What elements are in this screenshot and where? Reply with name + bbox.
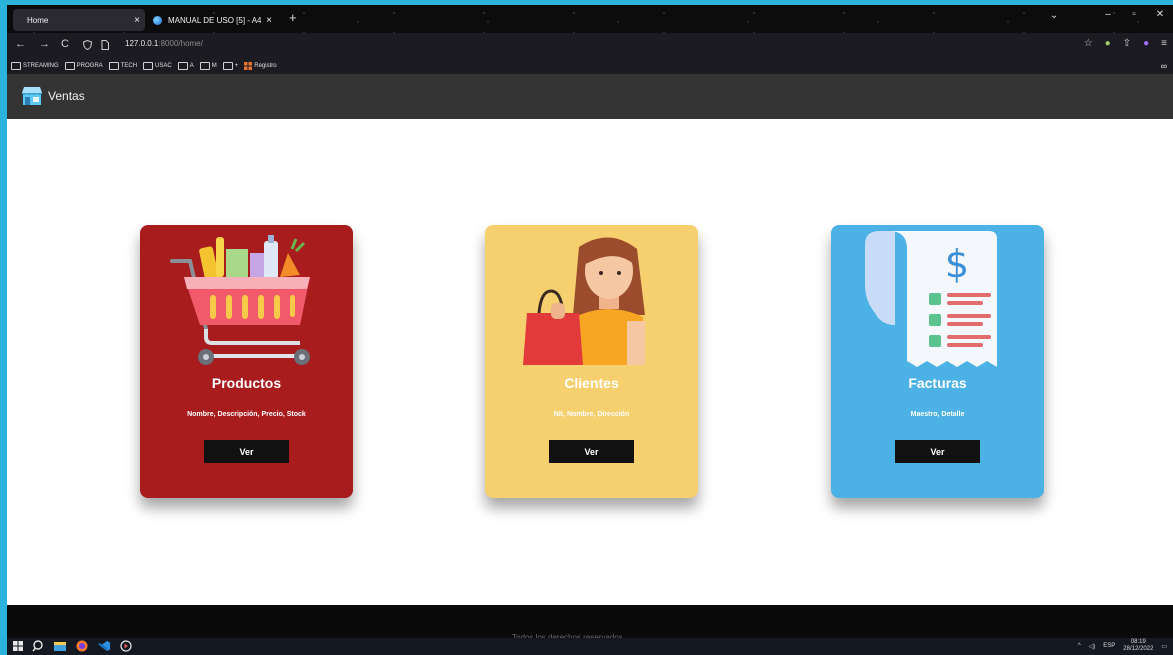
bookmark-label: USAC <box>155 62 172 69</box>
library-icon[interactable]: ⇧ <box>1123 38 1131 49</box>
bookmarks-bar: STREAMING PROGRA TECH USAC A M + Registr… <box>7 57 1173 74</box>
folder-icon <box>222 61 233 70</box>
card-description: Maestro, Detalle <box>910 411 965 418</box>
card-clients: Clientes Nit, Nombre, Dirección Ver <box>485 225 698 498</box>
close-tab-icon[interactable]: × <box>261 15 277 26</box>
new-tab-button[interactable]: + <box>289 10 297 25</box>
media-player-icon[interactable] <box>119 640 133 652</box>
language-indicator[interactable]: ESP <box>1103 643 1115 649</box>
tab-title: Home <box>27 15 49 25</box>
firefox-icon[interactable] <box>75 640 89 652</box>
profile-icon[interactable]: ● <box>1143 38 1149 49</box>
ver-clients-button[interactable]: Ver <box>549 440 634 463</box>
ver-products-button[interactable]: Ver <box>204 440 289 463</box>
spreadsheet-icon <box>244 61 253 70</box>
tab-title: MANUAL DE USO [5] - A4 <box>168 15 261 25</box>
os-taskbar: ^ ◁) ESP 08:19 28/12/2022 ▭ <box>7 638 1173 655</box>
menu-icon[interactable]: ≡ <box>1161 38 1167 49</box>
invoice-receipt-icon: $ <box>865 231 997 367</box>
card-description: Nombre, Descripción, Precio, Stock <box>187 411 306 418</box>
card-title: Clientes <box>564 375 619 391</box>
shopping-cart-icon <box>170 235 310 365</box>
bookmark-item[interactable]: A <box>177 61 194 70</box>
site-header: Ventas <box>7 74 1173 119</box>
site-footer: Todos los derechos reservados <box>7 605 1173 642</box>
bookmark-item[interactable]: + <box>222 61 239 70</box>
page-icon[interactable] <box>101 40 109 50</box>
file-explorer-icon[interactable] <box>53 640 67 652</box>
close-tab-icon[interactable]: × <box>129 15 145 26</box>
reload-button[interactable]: C <box>61 38 69 50</box>
bookmark-item[interactable]: STREAMING <box>11 61 59 70</box>
card-invoices: $ Facturas Maestro, Detalle Ver <box>831 225 1044 498</box>
bookmarks-overflow-icon[interactable]: ∞ <box>1161 61 1167 71</box>
folder-icon <box>64 61 75 70</box>
tab-manual[interactable]: MANUAL DE USO [5] - A4 × <box>149 9 277 31</box>
screen: Home × MANUAL DE USO [5] - A4 × + ⌄ – ▫ … <box>7 5 1173 655</box>
card-title: Productos <box>211 375 282 391</box>
folder-icon <box>177 61 188 70</box>
shopper-woman-icon <box>523 237 645 365</box>
card-products: Productos Nombre, Descripción, Precio, S… <box>140 225 353 498</box>
store-icon <box>22 87 42 105</box>
vscode-icon[interactable] <box>97 640 111 652</box>
brand-link[interactable]: Ventas <box>22 86 85 106</box>
clock-date: 28/12/2022 <box>1123 646 1154 652</box>
bookmark-star-icon[interactable]: ☆ <box>1084 38 1093 49</box>
address-bar[interactable]: 127.0.0.1:8000/home/ <box>125 39 203 48</box>
folder-icon <box>199 61 210 70</box>
back-button[interactable]: ← <box>15 38 26 50</box>
edge-favicon-icon <box>153 15 162 25</box>
tab-home[interactable]: Home × <box>13 9 145 31</box>
tray-chevron-icon[interactable]: ^ <box>1078 643 1081 649</box>
shield-icon[interactable] <box>83 40 92 50</box>
bookmark-label: PROGRA <box>76 62 103 69</box>
bookmark-label: + <box>234 62 239 69</box>
bookmark-item[interactable]: USAC <box>143 61 172 70</box>
url-host: 127.0.0.1 <box>125 39 159 48</box>
url-path: :8000/home/ <box>158 39 203 48</box>
bookmark-label: Registro <box>254 62 277 69</box>
bookmark-item[interactable]: PROGRA <box>64 61 103 70</box>
tab-list-button[interactable]: ⌄ <box>1050 10 1058 21</box>
card-title: Facturas <box>908 375 967 391</box>
browser-tab-strip: Home × MANUAL DE USO [5] - A4 × + ⌄ – ▫ … <box>7 5 1173 33</box>
svg-text:$: $ <box>945 242 969 286</box>
folder-icon <box>143 61 154 70</box>
bookmark-item[interactable]: TECH <box>108 61 138 70</box>
brand-name: Ventas <box>48 89 85 103</box>
close-window-button[interactable]: ✕ <box>1147 9 1173 20</box>
bookmark-item[interactable]: Registro <box>244 61 277 70</box>
bookmark-label: M <box>211 62 217 69</box>
forward-button[interactable]: → <box>39 38 50 50</box>
bookmark-item[interactable]: M <box>199 61 217 70</box>
ver-invoices-button[interactable]: Ver <box>895 440 980 463</box>
bookmark-label: STREAMING <box>23 62 59 69</box>
notifications-icon[interactable]: ▭ <box>1161 643 1167 650</box>
folder-icon <box>108 61 119 70</box>
card-description: Nit, Nombre, Dirección <box>553 411 630 418</box>
bookmark-label: A <box>189 62 194 69</box>
taskbar-clock[interactable]: 08:19 28/12/2022 <box>1123 639 1153 653</box>
minimize-button[interactable]: – <box>1095 9 1121 20</box>
bookmark-label: TECH <box>120 62 138 69</box>
search-icon[interactable] <box>31 640 45 652</box>
windows-start-icon[interactable] <box>13 641 23 651</box>
extension-icon[interactable]: ● <box>1105 38 1111 49</box>
folder-icon <box>11 61 21 70</box>
volume-icon[interactable]: ◁) <box>1089 643 1096 650</box>
maximize-button[interactable]: ▫ <box>1121 9 1147 20</box>
clock-time: 08:19 <box>1130 639 1146 645</box>
browser-navbar: ← → C 127.0.0.1:8000/home/ ☆ ● ⇧ ● ≡ <box>7 33 1173 57</box>
